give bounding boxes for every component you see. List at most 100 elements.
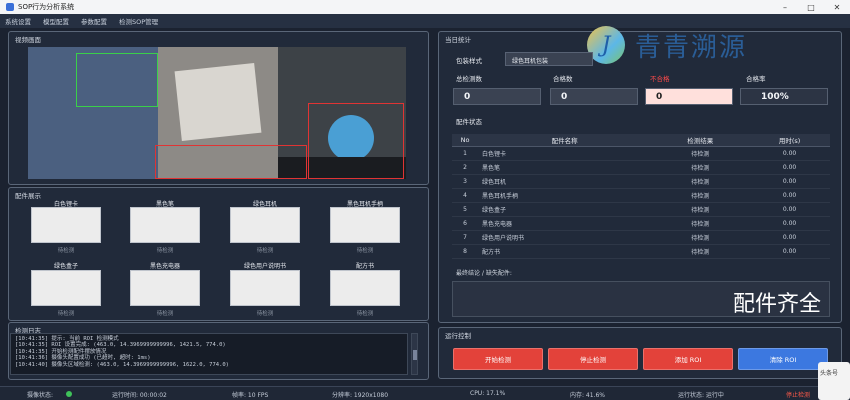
table-cell: 黑色充电器 bbox=[478, 216, 652, 231]
table-cell: 待检测 bbox=[651, 146, 750, 161]
camera-feed bbox=[28, 47, 406, 179]
table-row[interactable]: 8 配方书 待检测 0.00 bbox=[452, 244, 830, 259]
table-row[interactable]: 7 绿色用户说明书 待检测 0.00 bbox=[452, 230, 830, 245]
table-cell: 0.00 bbox=[749, 188, 830, 203]
part-label: 配方书 bbox=[355, 263, 374, 270]
column-header: 用时(s) bbox=[749, 134, 830, 147]
start-detect-button[interactable]: 开始检测 bbox=[453, 348, 543, 370]
fps-text: 帧率: 10 FPS bbox=[232, 392, 269, 399]
table-cell: 黑色笔 bbox=[478, 160, 652, 175]
total-count-value: 0 bbox=[453, 88, 541, 105]
table-cell: 待检测 bbox=[651, 244, 750, 259]
table-cell: 配方书 bbox=[478, 244, 652, 259]
part-thumbnail bbox=[230, 207, 300, 243]
table-header: No 配件名称 检测结果 用时(s) bbox=[452, 134, 830, 147]
part-status: 待检测 bbox=[156, 248, 174, 254]
part-thumbnail bbox=[31, 207, 101, 243]
part-thumbnail bbox=[130, 270, 200, 306]
table-row[interactable]: 2 黑色笔 待检测 0.00 bbox=[452, 160, 830, 175]
part-status: 待检测 bbox=[256, 311, 274, 317]
table-cell: 待检测 bbox=[651, 202, 750, 217]
table-cell: 0.00 bbox=[749, 174, 830, 189]
pack-style-label: 包装样式 bbox=[456, 57, 482, 65]
part-status: 待检测 bbox=[156, 311, 174, 317]
part-status: 待检测 bbox=[256, 248, 274, 254]
result-area: 配件齐全 bbox=[452, 281, 830, 317]
part-label: 绿色用户说明书 bbox=[243, 263, 286, 270]
runtime-text: 运行时间: 00:00:02 bbox=[112, 392, 167, 399]
part-thumbnail bbox=[230, 270, 300, 306]
table-cell: 待检测 bbox=[651, 160, 750, 175]
result-caption: 最终结论 / 缺失配件: bbox=[456, 270, 512, 277]
table-row[interactable]: 1 白色锂卡 待检测 0.00 bbox=[452, 146, 830, 161]
part-thumbnail bbox=[31, 270, 101, 306]
table-row[interactable]: 6 黑色充电器 待检测 0.00 bbox=[452, 216, 830, 231]
table-cell: 4 bbox=[452, 188, 478, 203]
table-cell: 7 bbox=[452, 230, 478, 245]
part-label: 绿色盒子 bbox=[53, 263, 78, 270]
part-status: 待检测 bbox=[57, 311, 75, 317]
pack-style-select[interactable]: 绿色耳机包装 bbox=[505, 52, 593, 66]
table-cell: 黑色耳机手柄 bbox=[478, 188, 652, 203]
table-cell: 2 bbox=[452, 160, 478, 175]
pass-rate-value: 100% bbox=[740, 88, 828, 105]
ng-count-label: 不合格 bbox=[650, 75, 670, 83]
log-output[interactable]: [10:41:35] 提示: 当前 ROI 检测模式 [10:41:35] RO… bbox=[10, 333, 408, 375]
detection-box bbox=[308, 103, 404, 179]
stop-detect-button[interactable]: 停止检测 bbox=[548, 348, 638, 370]
table-cell: 绿色盒子 bbox=[478, 202, 652, 217]
table-cell: 1 bbox=[452, 146, 478, 161]
resolution-text: 分辨率: 1920x1080 bbox=[332, 392, 389, 399]
parts-status-title: 配件状态 bbox=[456, 118, 482, 126]
scrollbar-thumb[interactable] bbox=[413, 350, 417, 360]
app-icon bbox=[6, 3, 14, 11]
menu-item-params[interactable]: 参数配置 bbox=[81, 16, 107, 26]
table-cell: 待检测 bbox=[651, 188, 750, 203]
watermark: J 青青溯源 bbox=[587, 22, 842, 68]
cpu-text: CPU: 17.1% bbox=[470, 390, 506, 397]
table-cell: 绿色耳机 bbox=[478, 174, 652, 189]
table-cell: 待检测 bbox=[651, 216, 750, 231]
parts-status-table: No 配件名称 检测结果 用时(s) 1 白色锂卡 待检测 0.00 2 黑色笔… bbox=[452, 134, 830, 259]
minimize-icon[interactable]: – bbox=[772, 0, 798, 14]
table-cell: 8 bbox=[452, 244, 478, 259]
table-cell: 0.00 bbox=[749, 216, 830, 231]
ok-count-label: 合格数 bbox=[553, 75, 573, 83]
clear-roi-button[interactable]: 清除 ROI bbox=[738, 348, 828, 370]
stop-link[interactable]: 停止检测 bbox=[786, 390, 810, 399]
memory-text: 内存: 41.6% bbox=[570, 392, 605, 399]
menu-item-model[interactable]: 模型配置 bbox=[43, 16, 69, 26]
table-cell: 绿色用户说明书 bbox=[478, 230, 652, 245]
table-cell: 5 bbox=[452, 202, 478, 217]
table-row[interactable]: 3 绿色耳机 待检测 0.00 bbox=[452, 174, 830, 189]
menu-item-system[interactable]: 系统设置 bbox=[5, 16, 31, 26]
part-thumbnail bbox=[130, 207, 200, 243]
close-icon[interactable]: ✕ bbox=[824, 0, 850, 14]
detection-box bbox=[155, 145, 307, 179]
maximize-icon[interactable]: □ bbox=[798, 0, 824, 14]
table-cell: 0.00 bbox=[749, 146, 830, 161]
table-cell: 0.00 bbox=[749, 160, 830, 175]
table-cell: 0.00 bbox=[749, 244, 830, 259]
log-line: [10:41:40] 摄像头区域检测: (463.0, 14.396999999… bbox=[15, 361, 229, 368]
log-scrollbar[interactable] bbox=[411, 333, 418, 375]
add-roi-button[interactable]: 添加 ROI bbox=[643, 348, 733, 370]
table-cell: 白色锂卡 bbox=[478, 146, 652, 161]
table-row[interactable]: 5 绿色盒子 待检测 0.00 bbox=[452, 202, 830, 217]
part-thumbnail bbox=[330, 207, 400, 243]
corner-logo: 头条号 bbox=[818, 362, 850, 400]
ng-count-value: 0 bbox=[645, 88, 733, 105]
menu-item-sop[interactable]: 检测SOP管理 bbox=[119, 16, 158, 26]
corner-logo-text: 头条号 bbox=[820, 370, 839, 377]
watermark-text: 青青溯源 bbox=[635, 32, 748, 63]
stats-panel-title: 当日统计 bbox=[445, 36, 471, 44]
part-status: 待检测 bbox=[356, 248, 374, 254]
table-cell: 0.00 bbox=[749, 230, 830, 245]
pass-rate-label: 合格率 bbox=[746, 75, 766, 83]
table-cell: 6 bbox=[452, 216, 478, 231]
table-row[interactable]: 4 黑色耳机手柄 待检测 0.00 bbox=[452, 188, 830, 203]
column-header: No bbox=[452, 134, 478, 147]
part-thumbnail bbox=[330, 270, 400, 306]
roi-box bbox=[76, 53, 158, 107]
control-panel-title: 运行控制 bbox=[445, 332, 471, 340]
